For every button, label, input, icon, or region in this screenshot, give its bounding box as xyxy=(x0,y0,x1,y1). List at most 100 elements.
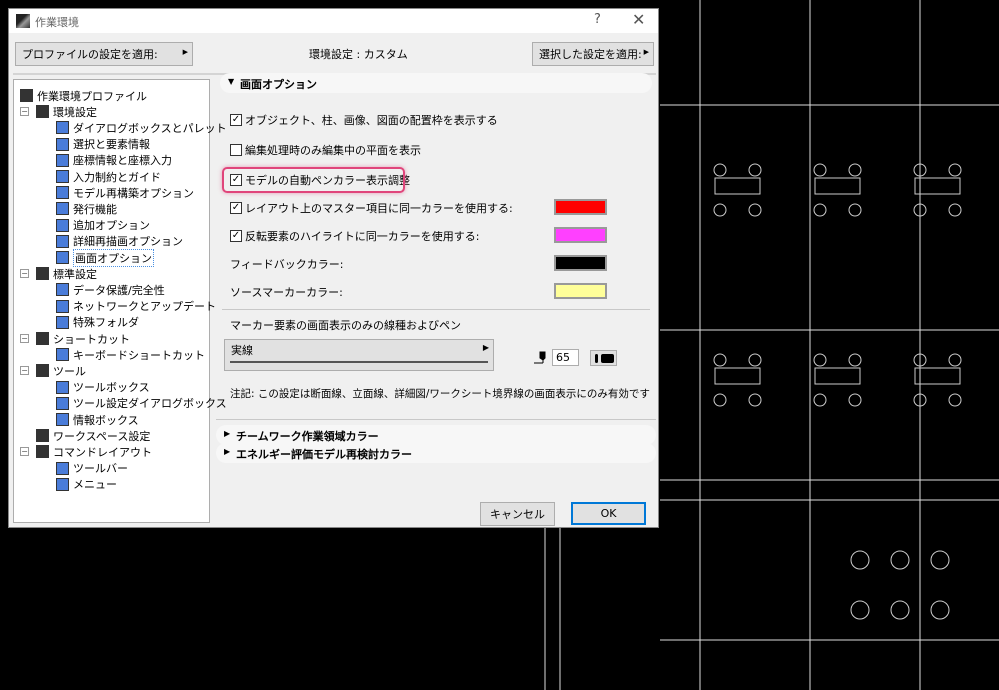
tree-item-label: ネットワークとアップデート xyxy=(73,300,216,314)
tree-item-label: 標準設定 xyxy=(53,267,97,281)
tree-item-label: データ保護/完全性 xyxy=(73,283,165,297)
divider xyxy=(222,309,650,310)
tree-item[interactable]: ツールボックス xyxy=(56,380,150,395)
line-preview xyxy=(230,361,488,363)
section-header-screen-options[interactable]: ▼ 画面オプション xyxy=(220,73,652,93)
color-swatch[interactable] xyxy=(554,227,607,243)
tree-item[interactable]: 発行機能 xyxy=(56,201,117,216)
settings-group-icon xyxy=(36,445,49,459)
checkbox[interactable]: ✓ xyxy=(230,230,242,242)
tree-item-label: 画面オプション xyxy=(73,248,154,267)
tree-item[interactable]: コマンドレイアウト xyxy=(36,444,152,459)
tree-item-label: 追加オプション xyxy=(73,219,150,233)
tree-item[interactable]: 画面オプション xyxy=(56,248,154,267)
option-label: レイアウト上のマスター項目に同一カラーを使用する: xyxy=(245,202,513,215)
tree-item[interactable]: メニュー xyxy=(56,477,117,492)
tree-item-label: ダイアログボックスとパレット xyxy=(73,121,227,135)
close-button[interactable]: ✕ xyxy=(632,10,645,29)
tree-item-label: モデル再構築オプション xyxy=(73,186,194,200)
apply-selected-button[interactable]: 選択した設定を適用: ▶ xyxy=(532,42,654,66)
current-setting-label: 環境設定 : カスタム xyxy=(309,48,408,61)
tree-item[interactable]: モデル再構築オプション xyxy=(56,185,194,200)
collapse-toggle[interactable]: − xyxy=(20,447,29,457)
settings-group-icon xyxy=(36,364,49,378)
tree-item[interactable]: 追加オプション xyxy=(56,218,150,233)
tree-item[interactable]: 環境設定 xyxy=(36,104,97,119)
highlight-annotation xyxy=(222,167,405,193)
cancel-button[interactable]: キャンセル xyxy=(480,502,555,526)
tree-item-label: ツール設定ダイアログボックス xyxy=(73,397,227,411)
tree-item[interactable]: ダイアログボックスとパレット xyxy=(56,120,227,135)
tree-item[interactable]: ショートカット xyxy=(36,331,130,346)
settings-group-icon xyxy=(20,89,33,102)
tree-item[interactable]: 入力制約とガイド xyxy=(56,169,161,184)
line-type-value: 実線 xyxy=(231,344,253,357)
tree-item[interactable]: ワークスペース設定 xyxy=(36,428,150,443)
label: マーカー要素の画面表示のみの線種およびペン xyxy=(230,319,461,332)
tree-item[interactable]: キーボードショートカット xyxy=(56,347,205,362)
settings-tree[interactable]: 作業環境プロファイル − 環境設定 ダイアログボックスとパレット 選択と要素情報 座標情報… xyxy=(13,79,227,523)
settings-page-icon xyxy=(56,348,69,362)
settings-page-icon xyxy=(56,202,69,216)
feedback-color-label: フィードバックカラー: xyxy=(230,256,344,272)
tree-item-label: メニュー xyxy=(73,478,117,492)
checkbox[interactable] xyxy=(230,144,242,156)
apply-profile-button[interactable]: プロファイルの設定を適用: ▶ xyxy=(15,42,193,66)
work-environment-dialog: 作業環境 ? ✕ プロファイルの設定を適用: ▶ 環境設定 : カスタム 選択した… xyxy=(8,8,659,528)
settings-page-icon xyxy=(56,218,69,232)
triangle-down-icon: ▼ xyxy=(228,77,235,86)
collapse-toggle[interactable]: − xyxy=(20,366,29,376)
tree-item-label: ショートカット xyxy=(53,332,130,346)
title-bar: 作業環境 ? ✕ xyxy=(9,9,658,33)
tree-item[interactable]: データ保護/完全性 xyxy=(56,282,165,297)
tree-item[interactable]: ツール xyxy=(36,363,86,378)
pen-number-field[interactable]: 65 xyxy=(552,349,579,366)
section-header-teamwork[interactable]: ▶ チームワーク作業領域カラー xyxy=(216,425,656,445)
tree-item[interactable]: 標準設定 xyxy=(36,266,97,281)
label: フィードバックカラー: xyxy=(230,258,344,271)
section-header-energy[interactable]: ▶ エネルギー評価モデル再検討カラー xyxy=(216,443,656,463)
checkbox[interactable]: ✓ xyxy=(230,202,242,214)
source-marker-color-swatch[interactable] xyxy=(554,283,607,299)
section-title: チームワーク作業領域カラー xyxy=(236,430,379,443)
settings-page-icon xyxy=(56,137,69,151)
settings-page-icon xyxy=(56,380,69,394)
tree-item-label: 作業環境プロファイル xyxy=(37,89,147,103)
pen-weight-button[interactable] xyxy=(590,350,617,366)
tree-item[interactable]: ツール設定ダイアログボックス xyxy=(56,396,227,411)
color-swatch[interactable] xyxy=(554,199,607,215)
option-label: 反転要素のハイライトに同一カラーを使用する: xyxy=(245,230,480,243)
feedback-color-swatch[interactable] xyxy=(554,255,607,271)
tree-item-label: ツールボックス xyxy=(73,381,150,395)
apply-selected-label: 選択した設定を適用: xyxy=(539,48,642,61)
help-button[interactable]: ? xyxy=(594,12,601,27)
tree-item[interactable]: 情報ボックス xyxy=(56,412,139,427)
pen-icon xyxy=(534,351,546,364)
section-title: 画面オプション xyxy=(240,78,317,91)
settings-page-icon xyxy=(56,396,69,410)
collapse-toggle[interactable]: − xyxy=(20,269,29,279)
tree-item[interactable]: 特殊フォルダ xyxy=(56,315,139,330)
checkbox[interactable]: ✓ xyxy=(230,114,242,126)
arrow-right-icon: ▶ xyxy=(643,48,649,56)
tree-item-label: ワークスペース設定 xyxy=(53,429,151,443)
option-row: 編集処理時のみ編集中の平面を表示 xyxy=(230,142,421,158)
collapse-toggle[interactable]: − xyxy=(20,107,29,117)
tree-item[interactable]: 選択と要素情報 xyxy=(56,137,150,152)
arrow-right-icon: ▶ xyxy=(482,343,489,352)
tree-item[interactable]: 詳細再描画オプション xyxy=(56,234,183,249)
tree-item-label: 特殊フォルダ xyxy=(73,316,139,330)
tree-item[interactable]: 座標情報と座標入力 xyxy=(56,153,172,168)
arrow-right-icon: ▶ xyxy=(182,48,188,56)
settings-panel: ▼ 画面オプション ✓ オブジェクト、柱、画像、図面の配置枠を表示する 編集処理時のみ… xyxy=(216,71,656,526)
line-type-selector[interactable]: 実線 ▶ xyxy=(224,339,494,371)
tree-item[interactable]: ツールバー xyxy=(56,461,128,476)
tree-item[interactable]: 作業環境プロファイル xyxy=(20,88,147,103)
tree-item[interactable]: ネットワークとアップデート xyxy=(56,299,216,314)
marker-line-label: マーカー要素の画面表示のみの線種およびペン xyxy=(230,317,461,333)
tree-item-label: ツールバー xyxy=(73,462,128,476)
collapse-toggle[interactable]: − xyxy=(20,334,29,343)
tree-item-label: 座標情報と座標入力 xyxy=(73,154,172,168)
settings-page-icon xyxy=(56,477,69,491)
ok-button[interactable]: OK xyxy=(571,502,646,525)
